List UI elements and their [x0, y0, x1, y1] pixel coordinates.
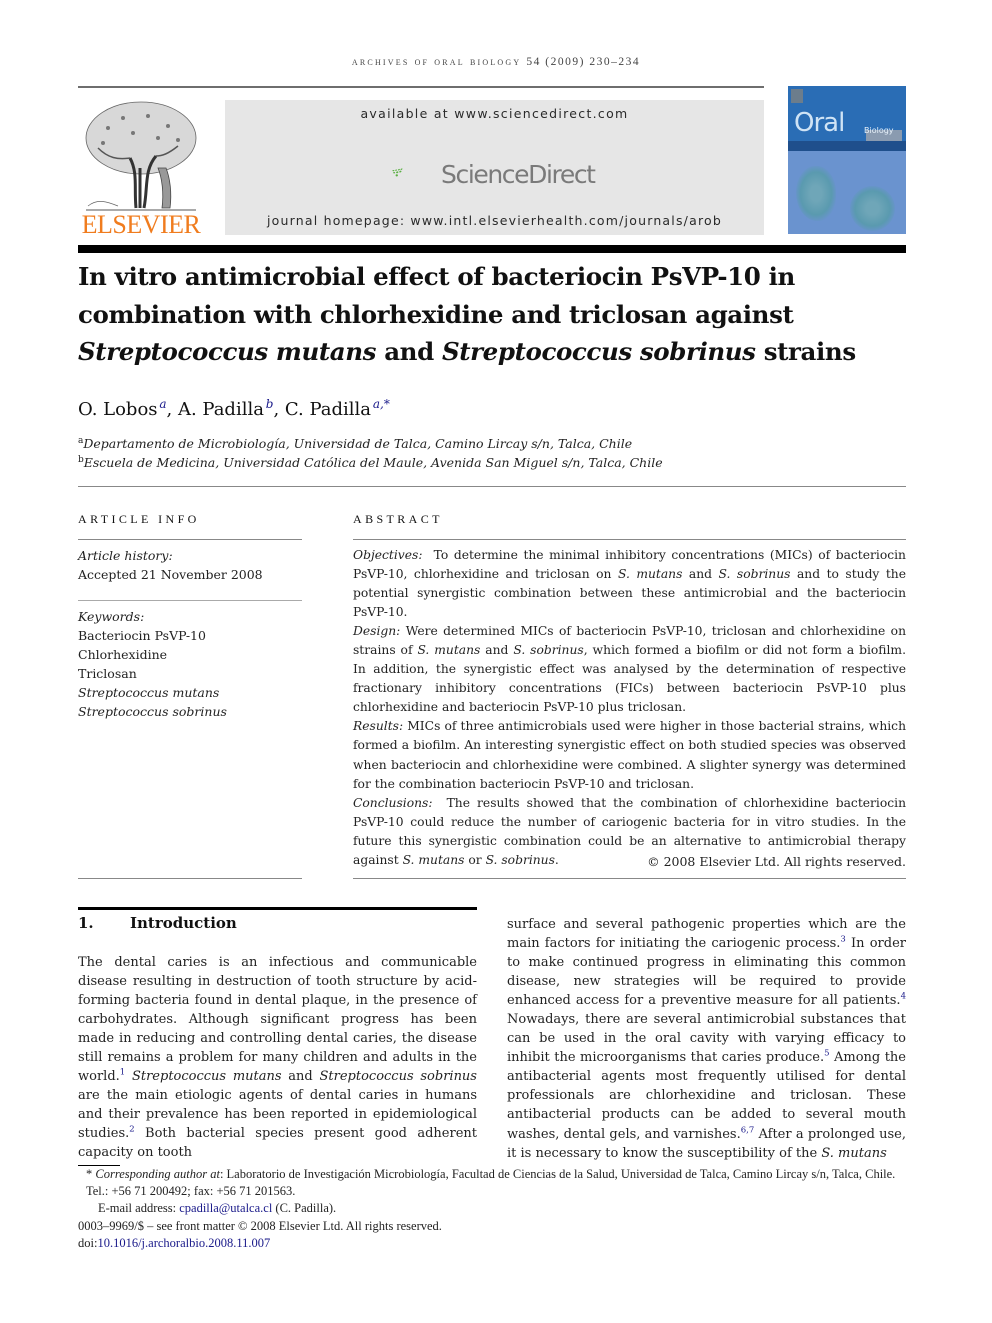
affiliation: bEscuela de Medicina, Universidad Católi…	[78, 455, 663, 470]
species: Streptococcus sobrinus	[319, 1069, 477, 1085]
divider	[78, 600, 302, 601]
citation-link[interactable]: 4	[901, 992, 906, 1002]
email-note: E-mail address: cpadilla@utalca.cl (C. P…	[78, 1200, 906, 1217]
title-species-1: Streptococcus mutans	[78, 337, 377, 366]
text: Both bacterial species present good adhe…	[78, 1126, 477, 1161]
title-rule	[78, 245, 906, 253]
journal-homepage-link[interactable]: journal homepage: www.intl.elsevierhealt…	[225, 213, 764, 228]
author-affiliation-ref[interactable]: a	[159, 397, 166, 411]
article-history-label: Article history:	[78, 548, 173, 563]
design-label: Design:	[353, 624, 401, 639]
body-column-right: surface and several pathogenic propertie…	[507, 915, 906, 1163]
keyword: Bacteriocin PsVP-10	[78, 628, 206, 643]
keyword: Streptococcus sobrinus	[78, 704, 227, 719]
title-line-3: Streptococcus mutans and Streptococcus s…	[78, 333, 908, 371]
author-list: O. Lobos a, A. Padilla b, C. Padilla a,*	[78, 397, 390, 420]
author-affiliation-ref[interactable]: b	[266, 397, 274, 411]
abstract-results: Results: MICs of three antimicrobials us…	[353, 717, 906, 793]
cover-cell-shape	[850, 186, 895, 231]
running-head: Archives of Oral Biology 54 (2009) 230–2…	[0, 56, 992, 68]
section-heading-introduction: 1. Introduction	[78, 914, 237, 932]
citation-link[interactable]: 6,7	[741, 1125, 755, 1135]
doi-label: doi:	[78, 1235, 98, 1250]
body-column-left: The dental caries is an infectious and c…	[78, 953, 477, 1163]
keyword: Chlorhexidine	[78, 647, 168, 662]
divider	[353, 878, 906, 879]
email-label: E-mail address:	[98, 1201, 180, 1216]
header-rule	[78, 86, 764, 88]
abstract-design: Design: Were determined MICs of bacterio…	[353, 622, 906, 717]
volume-year-pages: 54 (2009) 230–234	[526, 56, 641, 68]
cover-cell-shape	[796, 166, 836, 221]
available-at-link[interactable]: available at www.sciencedirect.com	[225, 106, 764, 121]
accepted-date: Accepted 21 November 2008	[78, 567, 263, 582]
species: S. mutans	[821, 1145, 887, 1161]
paragraph: surface and several pathogenic propertie…	[507, 915, 906, 1163]
article-title: In vitro antimicrobial effect of bacteri…	[78, 258, 908, 371]
divider	[78, 486, 906, 487]
article-info-heading: ARTICLE INFO	[78, 512, 200, 526]
divider	[353, 539, 906, 540]
objectives-label: Objectives:	[353, 548, 423, 562]
species: S. mutans	[617, 567, 683, 582]
corresponding-author-note: * Corresponding author at: Laboratorio d…	[78, 1166, 906, 1200]
footnotes: * Corresponding author at: Laboratorio d…	[78, 1166, 906, 1252]
corr-label: Corresponding author at	[95, 1167, 220, 1181]
email-link[interactable]: cpadilla@utalca.cl	[179, 1201, 272, 1215]
title-species-2: Streptococcus sobrinus	[441, 337, 756, 366]
keyword: Triclosan	[78, 666, 137, 681]
text: The dental caries is an infectious and c…	[78, 955, 477, 1085]
abstract-objectives: Objectives: To determine the minimal inh…	[353, 546, 906, 622]
asterisk: *	[86, 1167, 93, 1181]
results-label: Results:	[353, 719, 404, 734]
sciencedirect-dots-icon	[392, 168, 403, 177]
section-number: 1.	[78, 914, 94, 932]
species: Streptococcus mutans	[131, 1069, 282, 1085]
doi-line: doi:10.1016/j.archoralbio.2008.11.007	[78, 1235, 906, 1252]
author-affiliation-ref[interactable]: a,*	[373, 397, 390, 411]
author-name: C. Padilla	[284, 399, 372, 420]
cover-elsevier-badge	[791, 89, 803, 103]
author-name: A. Padilla	[177, 399, 264, 420]
affiliation: aDepartamento de Microbiología, Universi…	[78, 436, 632, 451]
text: and	[480, 643, 514, 658]
section-title: Introduction	[130, 914, 237, 932]
author-name: O. Lobos	[78, 399, 158, 420]
journal-name: Archives of Oral Biology	[351, 56, 522, 68]
title-and: and	[376, 337, 442, 366]
cover-title: Oral	[794, 108, 845, 138]
elsevier-wordmark: ELSEVIER	[81, 210, 201, 239]
text: and	[682, 567, 719, 582]
title-line-2: combination with chlorhexidine and tricl…	[78, 299, 794, 329]
text: MICs of three antimicrobials used were h…	[353, 719, 906, 791]
email-name: (C. Padilla).	[272, 1201, 337, 1216]
species: S. mutans	[417, 643, 481, 658]
citation-link[interactable]: 1	[120, 1068, 125, 1078]
abstract-body: Objectives: To determine the minimal inh…	[353, 546, 906, 870]
cover-subtitle: Biology	[864, 126, 894, 135]
divider	[78, 539, 302, 540]
section-rule	[78, 907, 477, 910]
journal-cover-image: Oral Biology	[788, 86, 906, 234]
title-line-1: In vitro antimicrobial effect of bacteri…	[78, 262, 795, 291]
text: and	[281, 1069, 320, 1085]
abstract-copyright: © 2008 Elsevier Ltd. All rights reserved…	[647, 854, 906, 869]
doi-link[interactable]: 10.1016/j.archoralbio.2008.11.007	[97, 1236, 270, 1250]
keyword: Streptococcus mutans	[78, 685, 220, 700]
keywords-list: Bacteriocin PsVP-10 Chlorhexidine Triclo…	[78, 626, 227, 721]
affiliation-text: Departamento de Microbiología, Universid…	[83, 436, 633, 452]
abstract-heading: ABSTRACT	[353, 512, 443, 526]
affiliation-text: Escuela de Medicina, Universidad Católic…	[83, 455, 663, 471]
title-tail: strains	[755, 337, 856, 366]
divider	[78, 878, 302, 879]
cover-band	[788, 141, 906, 151]
keywords-label: Keywords:	[78, 609, 145, 624]
paragraph: The dental caries is an infectious and c…	[78, 953, 477, 1163]
species: S. sobrinus	[718, 567, 791, 582]
sciencedirect-logo-text: ScienceDirect	[441, 160, 596, 189]
issn-line: 0003–9969/$ – see front matter © 2008 El…	[78, 1218, 442, 1233]
species: S. sobrinus	[513, 643, 584, 658]
conclusions-label: Conclusions:	[353, 795, 433, 810]
